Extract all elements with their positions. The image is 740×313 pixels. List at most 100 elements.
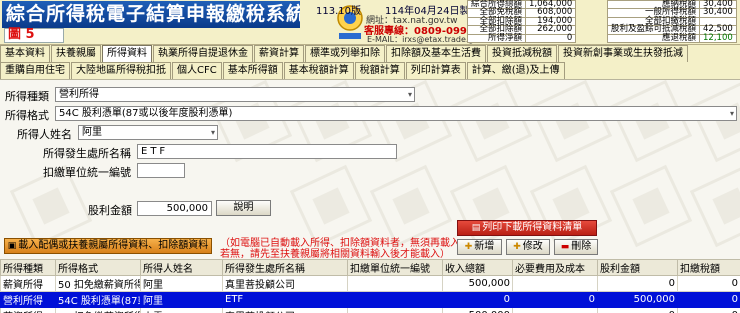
column-header[interactable]: 扣繳稅額 [677,259,740,276]
minus-icon: ▬ [560,242,570,252]
watermark-icon [689,164,740,248]
table-cell: 0 [677,275,740,292]
payer-name-input[interactable]: ETF [137,144,397,159]
load-icon: ▣ [7,241,17,251]
table-cell: 50 扣免繳薪資所得 [55,275,141,292]
table-cell: 0 [677,307,740,313]
income-form-panel: 所得種類 營利所得 ▾ 所得格式 54C 股利憑單(87或以後年度股利憑單) ▾… [0,79,740,259]
tab-tabs_row2-3[interactable]: 基本所得額 [222,62,283,79]
dividend-label: 股利金額 [88,204,132,217]
table-cell: 500,000 [597,291,678,308]
table-cell: 500,000 [442,275,513,292]
table-row[interactable]: 營利所得 54C 股利憑單(87或 阿里 ETF 0 0 500,000 0 [0,291,740,308]
column-header[interactable]: 股利金額 [597,259,678,276]
table-cell: 小雪 [140,307,223,313]
watermark-icon [609,164,693,248]
explain-button[interactable]: 說明 [216,200,271,216]
chevron-down-icon: ▾ [210,128,215,137]
tab-tabs_row2-7[interactable]: 計算、繳(退)及上傳 [466,62,565,79]
load-hint-line-2: 若無，請先至扶養親屬將相關資料輸入後才能載入） [220,249,450,259]
tab-bar: 基本資料 扶養親屬 所得資料 執業所得自提退休金 薪資計算 標準或列舉扣除 扣除額及基本生活… [0,45,740,79]
version-text: 113.10版 [316,6,361,17]
table-row[interactable]: 薪資所得50 扣免繳薪資所得小雪真里菩投顧公司 500,000 00 [0,307,740,313]
app-header: 綜合所得稅電子結算申報繳稅系統 圖 5 113.10版 114年04月24日製 … [0,0,740,45]
table-cell: 營利所得 [0,291,56,308]
table-cell: 薪資所得 [0,307,56,313]
tab-tabs_row2-0[interactable]: 重購自用住宅 [0,62,70,79]
table-cell [512,307,598,313]
printer-icon: ▤ [471,223,481,233]
tab-tabs_row2-5[interactable]: 稅額計算 [354,62,405,79]
edit-icon: ✚ [513,242,521,252]
table-cell [347,307,443,313]
income-type-select[interactable]: 營利所得 ▾ [55,87,415,102]
table-cell: 0 [597,307,678,313]
load-family-data-button[interactable]: ▣ 載入配偶或扶養親屬所得資料、扣除額資料 [4,238,212,254]
income-format-value: 54C 股利憑單(87或以後年度股利憑單) [59,108,233,119]
column-header[interactable]: 所得發生處所名稱 [222,259,348,276]
income-format-label: 所得格式 [5,109,49,122]
column-header[interactable]: 扣繳單位統一編號 [347,259,443,276]
load-hint-line-1: （如電腦已自動載入所得、扣除額資料者，無須再載入； [220,238,470,249]
column-header[interactable]: 收入總額 [442,259,513,276]
watermark-icon [289,164,373,248]
chevron-down-icon: ▾ [407,90,412,99]
column-header[interactable]: 必要費用及成本 [512,259,598,276]
tab-tabs_row1-5[interactable]: 標準或列舉扣除 [305,45,385,62]
tab-tabs_row1-2[interactable]: 所得資料 [102,45,152,62]
tab-row-1: 基本資料 扶養親屬 所得資料 執業所得自提退休金 薪資計算 標準或列舉扣除 扣除額及基本生活… [0,45,689,62]
summary-value: 0 [525,33,577,44]
tab-tabs_row2-1[interactable]: 大陸地區所得稅扣抵 [71,62,171,79]
grid-header-row: 所得種類 所得格式 所得人姓名 所得發生處所名稱 扣繳單位統一編號 收入總額 必要費用及成本… [0,259,740,276]
table-cell: 真里菩投顧公司 [222,307,348,313]
tab-tabs_row2-4[interactable]: 基本稅額計算 [283,62,354,79]
refund-value: 12,100 [699,33,737,44]
tab-tabs_row1-8[interactable]: 投資新創事業或生扶發抵減 [558,45,688,62]
delete-label: 刪除 [571,241,592,252]
tab-tabs_row1-4[interactable]: 薪資計算 [254,45,304,62]
table-cell: 真里菩投顧公司 [222,275,348,292]
income-summary: 綜合所得總額 1,064,000 全部免稅額 608,000 全部扣除額 194,00… [466,0,607,45]
watermark-icon [449,80,533,163]
table-row[interactable]: 薪資所得 50 扣免繳薪資所得 阿里 真里菩投顧公司 500,000 0 0 [0,275,740,292]
plus-icon: ✚ [464,242,473,252]
watermark-icon [369,164,453,248]
load-family-data-label: 載入配偶或扶養親屬所得資料、扣除額資料 [18,240,209,251]
column-header[interactable]: 所得種類 [0,259,56,276]
add-label: 新增 [474,241,495,252]
dividend-input[interactable]: 500,000 [137,201,212,216]
summary-value: 所得淨額 [466,33,527,44]
delete-button[interactable]: ▬ 刪除 [554,239,598,255]
tab-tabs_row1-6[interactable]: 扣除額及基本生活費 [386,45,486,62]
grid-body: 薪資所得 50 扣免繳薪資所得 阿里 真里菩投顧公司 500,000 0 0 營利所得 54C … [0,275,740,313]
tax-summary: 應納稅額 30,400 一般所得稅額 30,400 全部扣繳稅額 股利及盈餘可抵減稅… [606,0,740,45]
income-type-value: 營利所得 [59,89,99,100]
column-header[interactable]: 所得格式 [55,259,141,276]
income-format-select[interactable]: 54C 股利憑單(87或以後年度股利憑單) ▾ [55,106,737,121]
table-cell: 0 [597,275,678,292]
table-cell: 500,000 [442,307,513,313]
figure-label: 圖 5 [8,27,35,42]
taxpayer-select[interactable]: 阿里 ▾ [78,125,218,140]
tab-tabs_row2-2[interactable]: 個人CFC [172,62,222,79]
summary-value: 應退稅額 [606,33,701,44]
table-cell: 50 扣免繳薪資所得 [55,307,141,313]
edit-button[interactable]: ✚ 修改 [506,239,550,255]
tab-tabs_row1-0[interactable]: 基本資料 [0,45,50,62]
print-list-button[interactable]: ▤ 列印下載所得資料清單 [457,220,597,236]
table-cell: 阿里 [140,275,223,292]
table-cell [512,275,598,292]
add-button[interactable]: ✚ 新增 [457,239,502,255]
tab-tabs_row1-7[interactable]: 投資抵減稅額 [487,45,557,62]
payer-id-input[interactable] [137,163,185,178]
payer-id-label: 扣繳單位統一編號 [43,166,131,179]
table-cell: 0 [512,291,598,308]
table-cell: 54C 股利憑單(87或 [55,291,141,308]
watermark-icon [609,80,693,163]
tab-tabs_row1-1[interactable]: 扶養親屬 [51,45,101,62]
column-header[interactable]: 所得人姓名 [140,259,223,276]
tab-tabs_row1-3[interactable]: 執業所得自提退休金 [153,45,253,62]
tab-tabs_row2-6[interactable]: 列印計算表 [405,62,466,79]
taxpayer-label: 所得人姓名 [17,128,72,141]
table-cell: ETF [222,291,348,308]
